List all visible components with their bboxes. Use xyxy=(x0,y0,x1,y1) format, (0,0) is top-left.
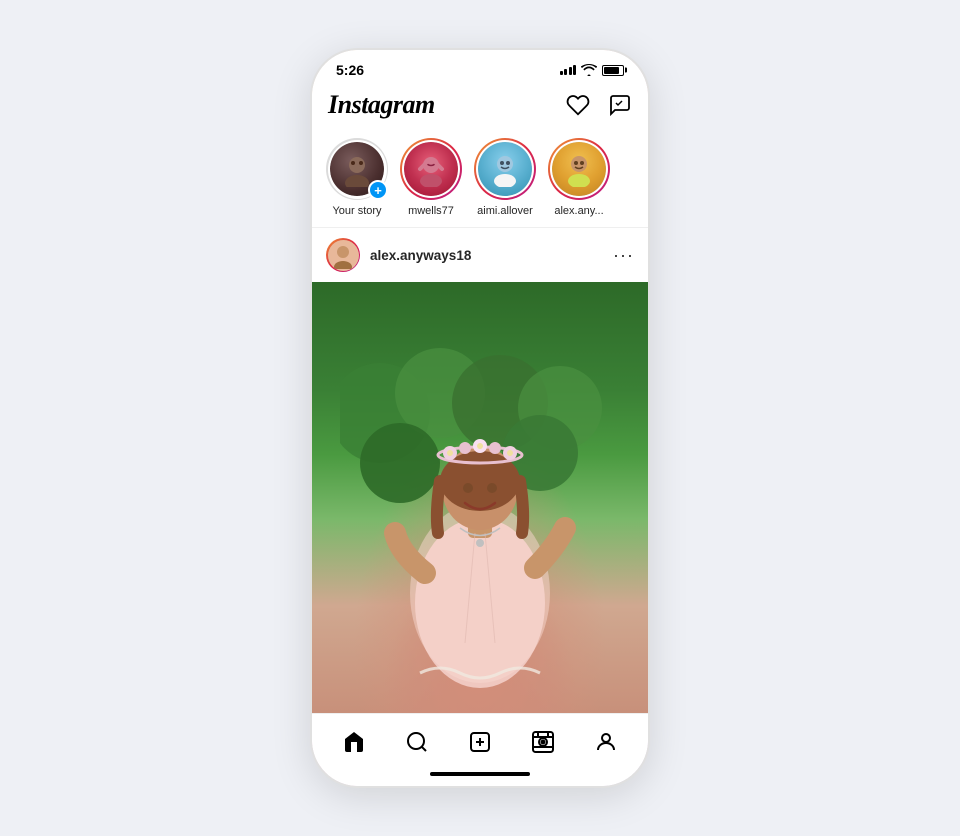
story-item-aimi-allover[interactable]: aimi.allover xyxy=(474,138,536,217)
post-username: alex.anyways18 xyxy=(370,248,471,263)
heart-button[interactable] xyxy=(566,93,590,117)
nav-search[interactable] xyxy=(399,724,435,760)
bottom-nav xyxy=(312,713,648,766)
nav-profile[interactable] xyxy=(588,724,624,760)
status-time: 5:26 xyxy=(336,62,364,78)
story-item-alex-any[interactable]: alex.any... xyxy=(548,138,610,217)
messenger-button[interactable] xyxy=(608,93,632,117)
home-bar xyxy=(430,772,530,776)
nav-reels[interactable] xyxy=(525,724,561,760)
home-indicator xyxy=(312,766,648,786)
post-header: alex.anyways18 ··· xyxy=(312,228,648,282)
nav-add[interactable] xyxy=(462,724,498,760)
add-story-badge: + xyxy=(368,180,388,200)
instagram-logo: Instagram xyxy=(328,90,435,120)
story-label-your-story: Your story xyxy=(332,205,381,217)
phone-frame: 5:26 Instagram xyxy=(310,48,650,788)
story-label-mwells77: mwells77 xyxy=(408,205,454,217)
story-item-mwells77[interactable]: mwells77 xyxy=(400,138,462,217)
header-icons xyxy=(566,93,632,117)
stories-row: + Your story xyxy=(312,130,648,228)
status-icons xyxy=(560,64,625,76)
battery-icon xyxy=(602,65,624,76)
post-avatar[interactable] xyxy=(326,238,360,272)
post-image xyxy=(312,282,648,713)
post-more-button[interactable]: ··· xyxy=(613,245,634,266)
post-user: alex.anyways18 xyxy=(326,238,471,272)
story-label-alex-any: alex.any... xyxy=(554,205,603,217)
nav-home[interactable] xyxy=(336,724,372,760)
story-item-your-story[interactable]: + Your story xyxy=(326,138,388,217)
app-header: Instagram xyxy=(312,84,648,130)
story-label-aimi-allover: aimi.allover xyxy=(477,205,533,217)
wifi-icon xyxy=(581,64,597,76)
signal-icon xyxy=(560,65,577,75)
status-bar: 5:26 xyxy=(312,50,648,84)
